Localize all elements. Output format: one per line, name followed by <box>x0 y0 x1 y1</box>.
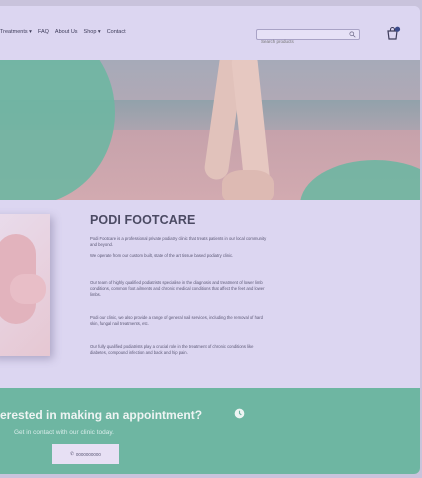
search-box <box>256 29 360 46</box>
intro-paragraph: We operate from our custom built, state … <box>90 253 234 258</box>
nav-item-treatments[interactable]: Treatments ▾ <box>0 29 32 35</box>
site-header: Treatments ▾ FAQ About Us Shop ▾ Contact <box>0 6 420 60</box>
nav-item-faq[interactable]: FAQ <box>38 29 49 35</box>
appointment-subtitle: Get in contact with our clinic today. <box>14 429 114 436</box>
clock-icon <box>234 408 245 419</box>
intro-paragraph: Our team of highly qualified podiatrists… <box>90 280 265 297</box>
nav-item-about-us[interactable]: About Us <box>55 29 78 35</box>
phone-icon: ✆ <box>70 451 74 456</box>
clinic-photo <box>0 214 50 356</box>
intro-paragraph: Podi our clinic, we also provide a range… <box>90 315 263 326</box>
hero-banner-image <box>0 60 420 200</box>
page: Treatments ▾ FAQ About Us Shop ▾ Contact <box>0 6 420 474</box>
appointment-banner: erested in making an appointment? Get in… <box>0 388 420 474</box>
nav-item-shop[interactable]: Shop ▾ <box>84 29 101 35</box>
intro-paragraph: Podi Footcare is a professional private … <box>90 236 267 247</box>
search-icon[interactable] <box>349 31 356 38</box>
main-nav: Treatments ▾ FAQ About Us Shop ▾ Contact <box>0 29 126 35</box>
page-title: PODI FOOTCARE <box>90 213 196 227</box>
call-button[interactable]: ✆ 0000000000 <box>52 444 119 464</box>
call-button-label: 0000000000 <box>75 451 101 457</box>
cart-icon[interactable] <box>385 26 401 42</box>
search-input[interactable] <box>257 37 345 46</box>
hero-foot <box>222 170 274 200</box>
nav-item-contact[interactable]: Contact <box>107 29 126 35</box>
appointment-title: erested in making an appointment? <box>0 408 203 422</box>
intro-paragraph: Our fully qualified podiatrists play a c… <box>90 344 254 355</box>
